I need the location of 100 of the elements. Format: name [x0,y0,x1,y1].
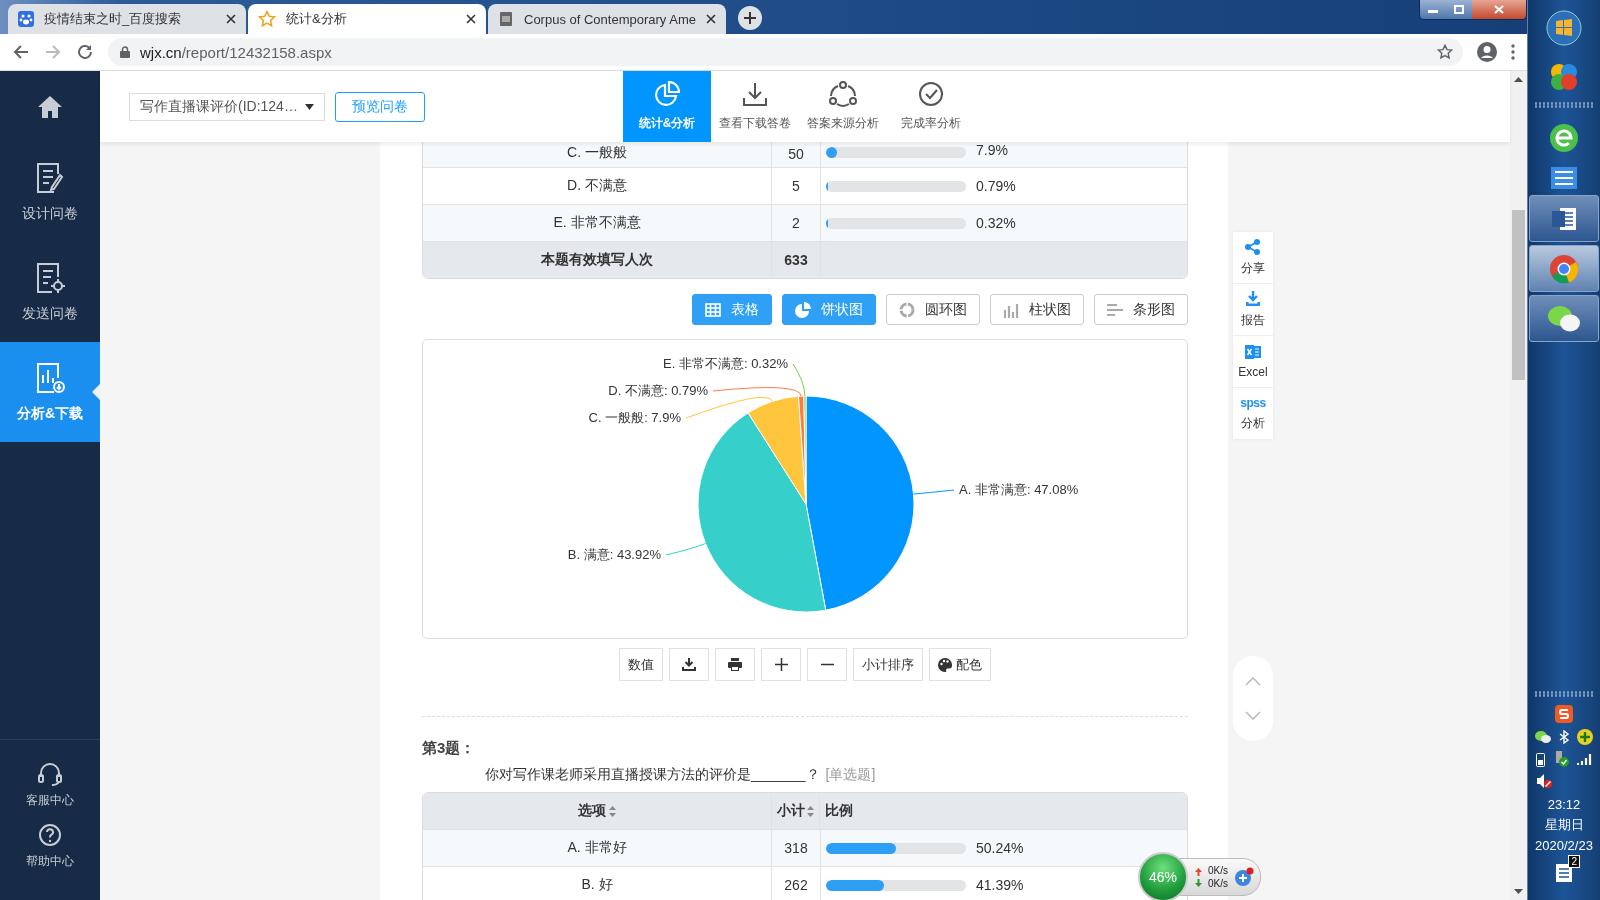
pie-label: D. 不满意: 0.79% [608,383,708,398]
clock-weekday: 星期日 [1544,816,1584,834]
table-cell: C. 一般般 [423,142,772,167]
taskbar-button[interactable] [1529,295,1599,342]
spreadsheet-icon [1245,344,1261,360]
browser-tab[interactable]: 疫情结束之时_百度搜索 [8,4,246,34]
chart-type-button[interactable]: 圆环图 [886,294,980,325]
notification-icon[interactable] [1554,861,1574,883]
column-header: 比例 [825,802,853,820]
sidebar-link[interactable]: 客服中心 [0,762,100,809]
address-bar[interactable]: wjx.cn/report/12432158.aspx [108,38,1463,66]
side-tool[interactable]: 报告 [1233,283,1273,335]
film-icon[interactable] [1549,164,1579,192]
print-button[interactable] [715,648,755,681]
help-icon [38,823,62,847]
plus-circle-icon[interactable] [1577,729,1593,745]
sort-icon[interactable] [807,805,814,817]
question-text: 你对写作课老师采用直播授课方法的评价是_______？ [485,766,820,784]
plus-circle-icon[interactable] [1234,867,1254,887]
account-icon[interactable] [1477,42,1497,62]
new-tab-button[interactable] [738,6,762,30]
clock-time[interactable]: 23:12 [1547,797,1581,812]
survey-dropdown[interactable]: 写作直播课评价(ID:124… [129,92,325,121]
document-gear-icon [34,261,66,295]
pie-label: B. 满意: 43.92% [567,547,661,562]
sidebar-link[interactable]: 帮助中心 [0,823,100,870]
spss-label: spss [1240,395,1266,410]
muted-speaker-icon[interactable] [1536,773,1552,789]
close-icon[interactable] [466,14,476,24]
chart-type-button[interactable]: 柱状图 [990,294,1084,325]
browser-tab[interactable]: Corpus of Contemporary Ame [488,4,726,34]
home-icon[interactable] [36,93,64,120]
sidebar-item[interactable]: 设计问卷 [0,142,100,242]
caret-icon [305,103,314,110]
start-button-icon[interactable] [1546,10,1582,46]
lock-icon [120,46,130,58]
close-window-button[interactable] [1472,0,1526,19]
pie-chart-icon [795,301,811,318]
check-circle-icon [918,81,944,107]
nav-tab[interactable]: 答案来源分析 [799,71,887,142]
share-nodes-icon [829,81,857,107]
table-cell: 262 [772,867,821,900]
sidebar-item[interactable]: 发送问卷 [0,242,100,342]
close-icon[interactable] [226,14,236,24]
download-icon [1245,290,1261,307]
taskbar-button[interactable] [1529,195,1599,242]
color-button[interactable]: 配色 [929,648,991,681]
grid-icon [705,302,721,317]
plus-icon [744,12,756,24]
table-cell: 318 [772,830,821,866]
print-icon [728,658,742,671]
bar-chart-icon [1107,302,1123,317]
battery-icon[interactable] [1535,751,1545,767]
input-method-icon[interactable] [1555,705,1573,723]
sort-icon[interactable] [609,805,616,817]
side-tool[interactable]: spss 分析 [1233,387,1273,439]
chart-type-button[interactable]: 条形图 [1094,294,1188,325]
table-cell: A. 非常好 [423,830,772,866]
nav-tab[interactable]: 查看下载答卷 [711,71,799,142]
side-tool[interactable]: 分享 [1233,232,1273,283]
notification-count: 2 [1568,855,1580,868]
percent-text: 0.79% [976,178,1016,194]
percent-text: 41.39% [976,877,1024,893]
column-header: 小计 [777,802,805,820]
close-icon[interactable] [706,14,716,24]
bookmark-star-icon[interactable] [1437,44,1453,60]
palette-icon [938,657,952,672]
percent-text: 7.9% [976,142,1008,158]
table-cell: 本题有效填写人次 [423,242,772,278]
column-chart-icon [1003,301,1019,318]
url-text[interactable]: wjx.cn/report/12432158.aspx [140,43,332,61]
clock-date: 2020/2/23 [1535,838,1593,853]
signal-icon[interactable] [1576,753,1593,765]
maximize-button[interactable] [1446,0,1472,19]
side-tool[interactable]: Excel [1233,335,1273,387]
browser-e-icon[interactable] [1548,122,1580,154]
document-icon [498,11,514,27]
pie-label: A. 非常满意: 47.08% [959,482,1079,497]
paw-icon [18,11,34,27]
table-cell: 50 [772,142,821,167]
chat-tray-icon[interactable] [1535,730,1551,744]
bluetooth-icon[interactable] [1559,730,1569,744]
tool-button[interactable]: 数值 [619,648,663,681]
download-button[interactable] [669,648,709,681]
back-icon[interactable] [12,43,30,61]
upload-arrow-icon [1195,867,1202,876]
reload-icon[interactable] [76,43,94,61]
plus-icon [774,658,788,671]
table-cell: B. 好 [423,867,772,900]
pie-label: C. 一般般: 7.9% [588,410,681,425]
menu-icon[interactable] [1511,44,1515,60]
document-pen-icon [34,161,66,195]
minimize-button[interactable] [1420,0,1446,19]
star-icon [258,10,276,28]
question-type: [单选题] [825,766,876,784]
nav-tab[interactable]: 完成率分析 [887,71,975,142]
browser-tab[interactable]: 统计&分析 [248,4,486,34]
scrollbar-thumb[interactable] [1512,210,1525,380]
tool-button[interactable]: 小计排序 [853,648,923,681]
chat-bubbles-icon [1547,304,1581,333]
